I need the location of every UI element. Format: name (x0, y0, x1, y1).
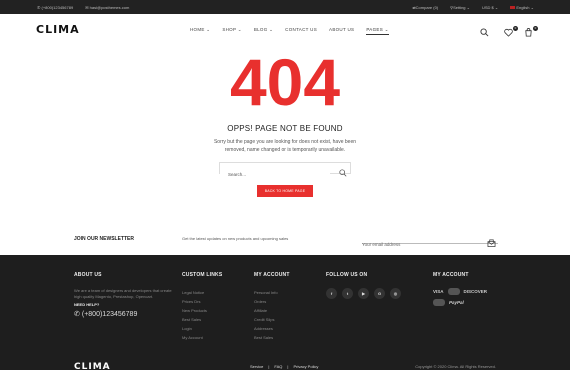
service-link[interactable]: Service (250, 364, 263, 369)
topbar-phone[interactable]: ✆ (+800)123456789 (37, 5, 73, 10)
error-title: OPPS! PAGE NOT BE FOUND (227, 124, 343, 133)
currency-dropdown[interactable]: USD $ ⌄ (482, 5, 498, 10)
footer-about-heading: ABOUT US (74, 272, 102, 278)
newsletter-title: JOIN OUR NEWSLETTER (74, 236, 135, 242)
separator: | (268, 364, 270, 369)
main-nav: HOME ⌄ SHOP ⌄ BLOG ⌄ CONTACT US ABOUT US… (190, 27, 389, 35)
error-code: 404 (229, 45, 341, 119)
wishlist-icon[interactable]: 0 (504, 24, 518, 37)
nav-about[interactable]: ABOUT US (329, 27, 354, 35)
mastercard-icon (447, 288, 460, 295)
footer-link[interactable]: My Account (182, 333, 222, 342)
footer-link[interactable]: Prices Drs (182, 297, 222, 306)
phone-icon: ✆ (37, 5, 41, 10)
search-icon[interactable] (480, 24, 490, 37)
footer-phone[interactable]: ✆ (+800)123456789 (74, 310, 178, 319)
facebook-icon[interactable]: f (326, 288, 337, 299)
maestro-icon (433, 299, 445, 306)
search-input[interactable] (220, 169, 330, 180)
footer-custom-links: CUSTOM LINKS Legal Notice Prices Drs New… (182, 272, 222, 342)
paypal-icon: PayPal (449, 300, 464, 305)
footer-link[interactable]: New Products (182, 306, 222, 315)
site-logo[interactable]: CLIMA (36, 23, 80, 36)
back-to-home-button[interactable]: BACK TO HOME PAGE (257, 185, 313, 197)
footer-follow: FOLLOW US ON f t ▶ G ◎ (326, 272, 401, 299)
footer-my-account: MY ACCOUNT Personal Info Orders Affiliat… (254, 272, 290, 342)
search-box (219, 162, 351, 180)
nav-blog[interactable]: BLOG ⌄ (254, 27, 273, 35)
footer-follow-heading: FOLLOW US ON (326, 272, 368, 278)
site-footer: ABOUT US We are a team of designers and … (0, 255, 570, 370)
setting-dropdown[interactable]: ⚲Setting ⌄ (450, 5, 470, 10)
footer-bottom-links: Service | FAQ | Privacy Policy (250, 364, 318, 369)
nav-shop[interactable]: SHOP ⌄ (222, 27, 242, 35)
compare-link[interactable]: ⇄Compare (0) (412, 5, 438, 10)
wishlist-count-badge: 0 (513, 26, 518, 31)
footer-link[interactable]: Best Sales (254, 333, 290, 342)
footer-logo[interactable]: CLIMA (74, 362, 111, 370)
search-icon[interactable] (339, 164, 347, 182)
nav-pages[interactable]: PAGES ⌄ (366, 27, 389, 35)
footer-payment: MY ACCOUNT VISA DISCOVER PayPal (433, 272, 487, 306)
footer-about: ABOUT US We are a team of designers and … (74, 272, 178, 318)
footer-payment-heading: MY ACCOUNT (433, 272, 469, 278)
footer-link[interactable]: Affiliate (254, 306, 290, 315)
newsletter-section: JOIN OUR NEWSLETTER Get the latest updat… (0, 230, 570, 247)
language-dropdown[interactable]: English ⌄ (510, 5, 534, 10)
footer-link[interactable]: Credit Slips (254, 315, 290, 324)
footer-link[interactable]: Orders (254, 297, 290, 306)
footer-link[interactable]: Personal Info (254, 288, 290, 297)
newsletter-email-input[interactable] (362, 242, 482, 247)
topbar-email[interactable]: ✉ hasi@posthemes.com (85, 5, 129, 10)
payment-methods-row2: PayPal (433, 299, 487, 306)
discover-icon: DISCOVER (463, 289, 488, 294)
footer-link[interactable]: Best Sales (182, 315, 222, 324)
youtube-icon[interactable]: ▶ (358, 288, 369, 299)
footer-link[interactable]: Addresses (254, 324, 290, 333)
newsletter-description: Get the latest updates on new products a… (182, 236, 289, 241)
newsletter-form (362, 233, 498, 247)
instagram-icon[interactable]: ◎ (390, 288, 401, 299)
nav-contact[interactable]: CONTACT US (285, 27, 317, 35)
cart-icon[interactable]: 0 (524, 24, 538, 37)
cart-count-badge: 0 (533, 26, 538, 31)
top-bar: ✆ (+800)123456789 ✉ hasi@posthemes.com ⇄… (0, 0, 570, 14)
send-mail-icon[interactable] (487, 234, 496, 252)
mail-icon: ✉ (85, 5, 89, 10)
footer-my-account-heading: MY ACCOUNT (254, 272, 290, 278)
visa-icon: VISA (433, 289, 444, 294)
footer-link[interactable]: Login (182, 324, 222, 333)
flag-icon (510, 6, 516, 9)
privacy-policy-link[interactable]: Privacy Policy (293, 364, 318, 369)
separator: | (287, 364, 289, 369)
footer-link[interactable]: Legal Notice (182, 288, 222, 297)
chevron-down-icon: ⌄ (466, 5, 470, 10)
phone-icon: ✆ (74, 311, 80, 318)
site-header: CLIMA HOME ⌄ SHOP ⌄ BLOG ⌄ CONTACT US AB… (0, 14, 570, 44)
footer-custom-links-heading: CUSTOM LINKS (182, 272, 223, 278)
payment-methods: VISA DISCOVER (433, 288, 487, 295)
faq-link[interactable]: FAQ (274, 364, 282, 369)
copyright-text: Copyright © 2020 Clima. All Rights Reser… (415, 364, 496, 369)
google-plus-icon[interactable]: G (374, 288, 385, 299)
twitter-icon[interactable]: t (342, 288, 353, 299)
error-message: Sorry but the page you are looking for d… (213, 139, 357, 153)
chevron-down-icon: ⌄ (530, 5, 534, 10)
nav-home[interactable]: HOME ⌄ (190, 27, 210, 35)
need-help-label: NEED HELP? (74, 302, 100, 307)
footer-about-text: We are a team of designers and developer… (74, 288, 172, 299)
chevron-down-icon: ⌄ (494, 5, 499, 10)
